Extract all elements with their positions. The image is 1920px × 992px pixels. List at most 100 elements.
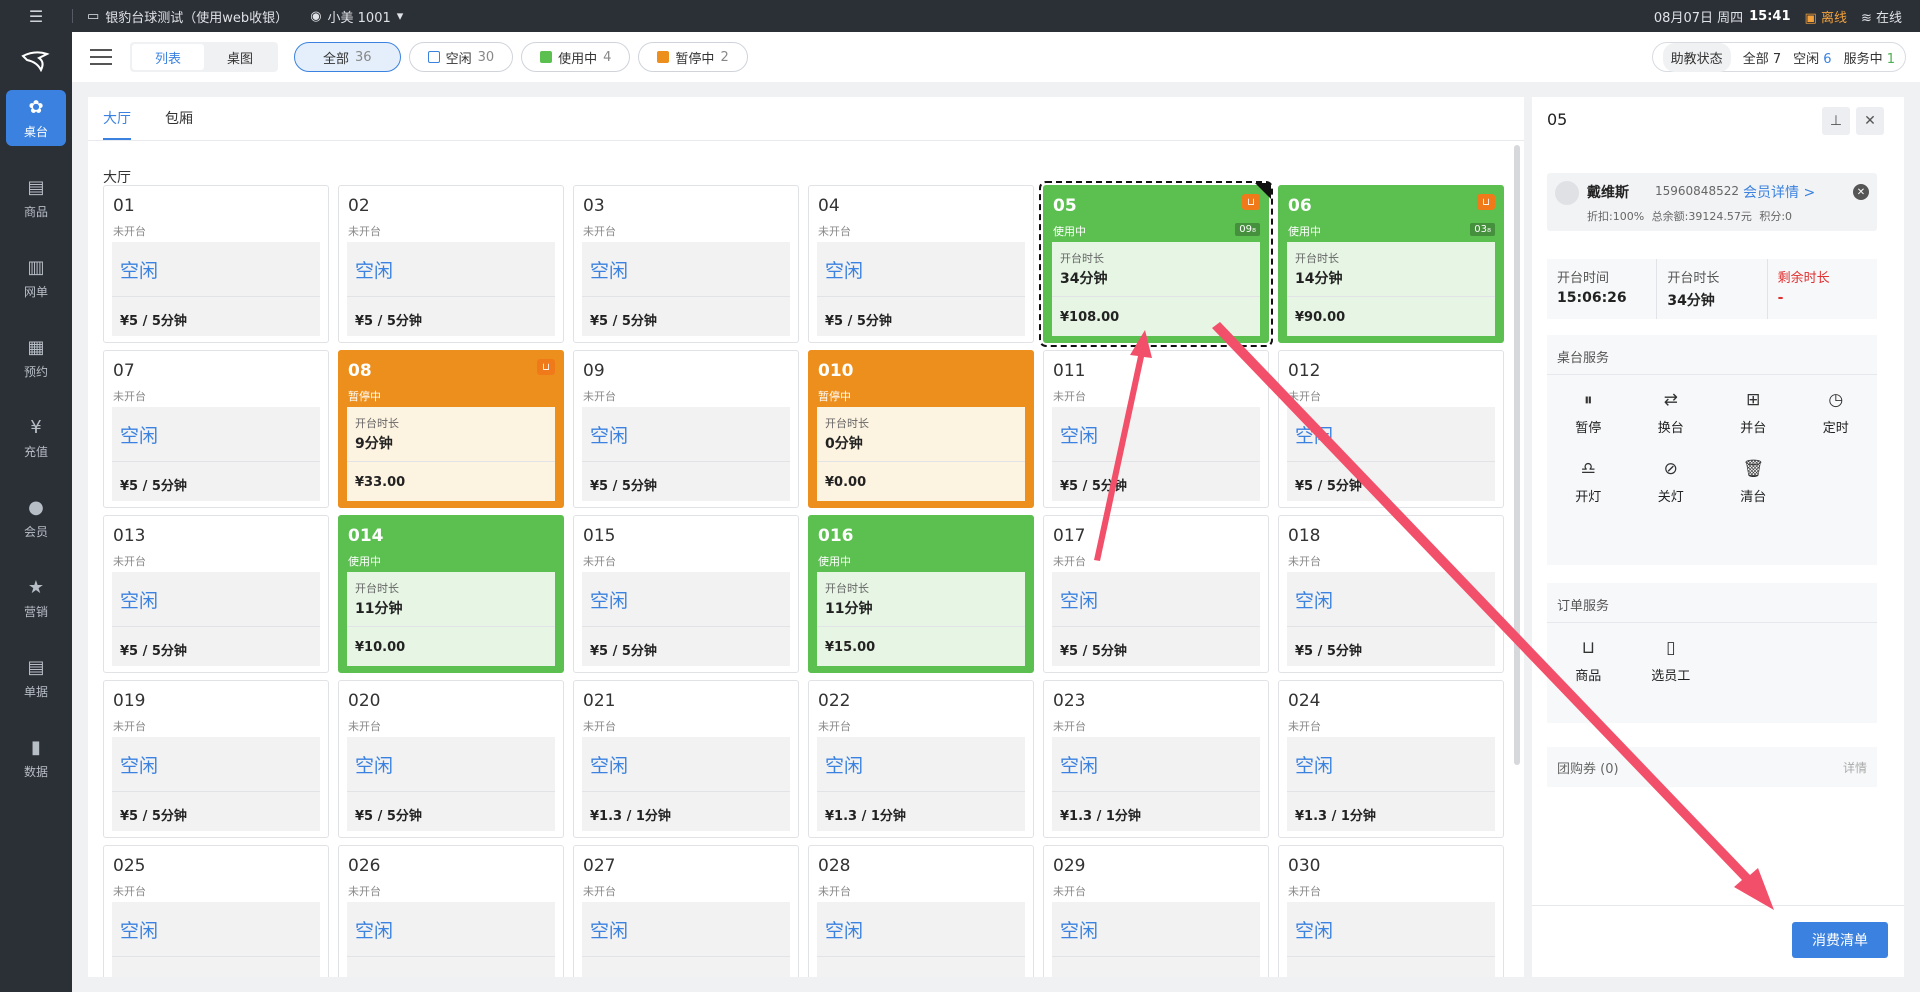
table-price: ¥5 / 5分钟 bbox=[1060, 644, 1127, 659]
table-card-019[interactable]: 019 未开台 空闲 ¥5 / 5分钟 bbox=[103, 680, 329, 838]
table-card-017[interactable]: 017 未开台 空闲 ¥5 / 5分钟 bbox=[1043, 515, 1269, 673]
table-card-09[interactable]: 09 未开台 空闲 ¥5 / 5分钟 bbox=[573, 350, 799, 508]
table-status: 暂停中 bbox=[818, 390, 851, 403]
store-icon: ▭ bbox=[87, 8, 100, 24]
filter-count: 36 bbox=[355, 49, 372, 65]
sidebar-item-chart[interactable]: ▮ 数据 bbox=[6, 730, 66, 786]
table-card-021[interactable]: 021 未开台 空闲 ¥1.3 / 1分钟 bbox=[573, 680, 799, 838]
table-card-027[interactable]: 027 未开台 空闲 bbox=[573, 845, 799, 977]
online-label: 在线 bbox=[1875, 10, 1902, 26]
table-info: 空闲 ¥5 / 5分钟 bbox=[1052, 572, 1260, 666]
assistant-status[interactable]: 助教状态 全部 7 空闲 6 服务中 1 bbox=[1651, 42, 1906, 72]
table-card-02[interactable]: 02 未开台 空闲 ¥5 / 5分钟 bbox=[338, 185, 564, 343]
table-number: 028 bbox=[818, 856, 851, 876]
sidebar-item-star[interactable]: ★ 营销 bbox=[6, 570, 66, 626]
view-table-button[interactable]: 桌图 bbox=[204, 44, 276, 70]
idle-label: 空闲 bbox=[825, 260, 864, 282]
service-pause[interactable]: ⏸ 暂停 bbox=[1547, 389, 1630, 436]
sidebar-item-label: 网单 bbox=[23, 284, 48, 299]
sidebar-item-member[interactable]: ● 会员 bbox=[6, 490, 66, 546]
detail-title: 05 bbox=[1547, 109, 1568, 129]
table-card-010[interactable]: 010 暂停中 开台时长 0分钟 ¥0.00 bbox=[808, 350, 1034, 508]
sidebar-item-order[interactable]: ▥ 网单 bbox=[6, 250, 66, 306]
service-clear-table[interactable]: 🗑 清台 bbox=[1712, 458, 1795, 505]
service-light-off[interactable]: ⊘ 关灯 bbox=[1630, 458, 1713, 505]
offline-status[interactable]: ▣ 离线 bbox=[1805, 7, 1847, 26]
table-card-012[interactable]: 012 未开台 空闲 ¥5 / 5分钟 bbox=[1278, 350, 1504, 508]
table-card-023[interactable]: 023 未开台 空闲 ¥1.3 / 1分钟 bbox=[1043, 680, 1269, 838]
close-icon[interactable]: ✕ bbox=[1856, 107, 1884, 135]
coupon-detail-link[interactable]: 详情 bbox=[1843, 759, 1867, 776]
filter-in-use[interactable]: 使用中 4 bbox=[521, 42, 631, 72]
service-shopping-bag[interactable]: ⊔ 商品 bbox=[1547, 637, 1630, 684]
table-card-026[interactable]: 026 未开台 空闲 bbox=[338, 845, 564, 977]
service-merge-table[interactable]: ⊞ 并台 bbox=[1712, 389, 1795, 436]
tab-private-room[interactable]: 包厢 bbox=[165, 108, 193, 140]
table-card-025[interactable]: 025 未开台 空闲 bbox=[103, 845, 329, 977]
table-card-029[interactable]: 029 未开台 空闲 bbox=[1043, 845, 1269, 977]
table-card-022[interactable]: 022 未开台 空闲 ¥1.3 / 1分钟 bbox=[808, 680, 1034, 838]
pin-icon[interactable]: ⊥ bbox=[1822, 107, 1850, 135]
filter-paused[interactable]: 暂停中 2 bbox=[638, 42, 748, 72]
switch-table-icon: ⇄ bbox=[1663, 390, 1678, 410]
table-status: 使用中 bbox=[348, 555, 381, 568]
paused-square-icon bbox=[657, 51, 670, 63]
divider bbox=[1287, 956, 1495, 957]
service-switch-table[interactable]: ⇄ 换台 bbox=[1630, 389, 1713, 436]
table-price: ¥5 / 5分钟 bbox=[1060, 479, 1127, 494]
table-info: 空闲 ¥5 / 5分钟 bbox=[347, 242, 555, 336]
sidebar-item-label: 充值 bbox=[23, 444, 48, 459]
bill-button[interactable]: 消费清单 bbox=[1792, 922, 1888, 958]
table-number: 026 bbox=[348, 856, 381, 876]
table-price: ¥5 / 5分钟 bbox=[1295, 479, 1362, 494]
tab-hall[interactable]: 大厅 bbox=[103, 108, 131, 140]
filter-count: 4 bbox=[603, 49, 612, 65]
menu-icon[interactable]: ☰ bbox=[0, 0, 72, 32]
collapse-menu-icon[interactable] bbox=[90, 49, 112, 65]
table-card-024[interactable]: 024 未开台 空闲 ¥1.3 / 1分钟 bbox=[1278, 680, 1504, 838]
sidebar-item-table[interactable]: ✿ 桌台 bbox=[6, 90, 66, 146]
table-card-04[interactable]: 04 未开台 空闲 ¥5 / 5分钟 bbox=[808, 185, 1034, 343]
table-card-03[interactable]: 03 未开台 空闲 ¥5 / 5分钟 bbox=[573, 185, 799, 343]
scrollbar[interactable] bbox=[1514, 145, 1520, 765]
table-card-08[interactable]: 08 暂停中 开台时长 9分钟 ¥33.00 ⊔ bbox=[338, 350, 564, 508]
table-card-05[interactable]: 05 使用中 开台时长 34分钟 ¥108.00 ⊔ 09₈ bbox=[1039, 181, 1273, 347]
sidebar-item-recharge[interactable]: ¥ 充值 bbox=[6, 410, 66, 466]
table-card-028[interactable]: 028 未开台 空闲 bbox=[808, 845, 1034, 977]
store-selector[interactable]: ▭ 银豹台球测试（使用web收银） bbox=[87, 7, 288, 26]
sidebar-item-goods[interactable]: ▤ 商品 bbox=[6, 170, 66, 226]
sidebar-item-document[interactable]: ▤ 单据 bbox=[6, 650, 66, 706]
member-detail-link[interactable]: 会员详情 > bbox=[1743, 182, 1815, 202]
table-price: ¥5 / 5分钟 bbox=[355, 809, 422, 824]
user-selector[interactable]: ◉ 小美 1001 ▾ bbox=[310, 7, 403, 26]
table-status: 未开台 bbox=[113, 390, 146, 403]
time-text: 15:41 bbox=[1749, 8, 1791, 24]
divider bbox=[817, 626, 1025, 627]
table-card-011[interactable]: 011 未开台 空闲 ¥5 / 5分钟 bbox=[1043, 350, 1269, 508]
filter-all[interactable]: 全部 36 bbox=[294, 42, 401, 72]
member-phone: 15960848522 bbox=[1655, 184, 1739, 198]
table-card-07[interactable]: 07 未开台 空闲 ¥5 / 5分钟 bbox=[103, 350, 329, 508]
table-card-014[interactable]: 014 使用中 开台时长 11分钟 ¥10.00 bbox=[338, 515, 564, 673]
assist-all-count: 7 bbox=[1772, 51, 1782, 67]
filter-idle[interactable]: 空闲 30 bbox=[408, 42, 514, 72]
group-coupon-row[interactable]: 团购券 (0) 详情 bbox=[1547, 747, 1877, 787]
open-time-value: 15:06:26 bbox=[1557, 290, 1627, 306]
service-staff[interactable]: ▯ 选员工 bbox=[1630, 637, 1713, 684]
table-card-06[interactable]: 06 使用中 开台时长 14分钟 ¥90.00 ⊔ 03₈ bbox=[1278, 185, 1504, 343]
sidebar-item-calendar[interactable]: ▦ 预约 bbox=[6, 330, 66, 386]
idle-label: 空闲 bbox=[590, 920, 629, 942]
table-card-013[interactable]: 013 未开台 空闲 ¥5 / 5分钟 bbox=[103, 515, 329, 673]
table-card-020[interactable]: 020 未开台 空闲 ¥5 / 5分钟 bbox=[338, 680, 564, 838]
table-card-015[interactable]: 015 未开台 空闲 ¥5 / 5分钟 bbox=[573, 515, 799, 673]
service-light-on[interactable]: ♎ 开灯 bbox=[1547, 458, 1630, 505]
service-timer[interactable]: ◷ 定时 bbox=[1795, 389, 1878, 436]
table-card-01[interactable]: 01 未开台 空闲 ¥5 / 5分钟 bbox=[103, 185, 329, 343]
table-card-030[interactable]: 030 未开台 空闲 bbox=[1278, 845, 1504, 977]
table-card-016[interactable]: 016 使用中 开台时长 11分钟 ¥15.00 bbox=[808, 515, 1034, 673]
idle-label: 空闲 bbox=[120, 590, 159, 612]
remove-member-icon[interactable]: ✕ bbox=[1853, 184, 1869, 200]
divider bbox=[817, 461, 1025, 462]
view-list-button[interactable]: 列表 bbox=[132, 44, 204, 70]
table-card-018[interactable]: 018 未开台 空闲 ¥5 / 5分钟 bbox=[1278, 515, 1504, 673]
